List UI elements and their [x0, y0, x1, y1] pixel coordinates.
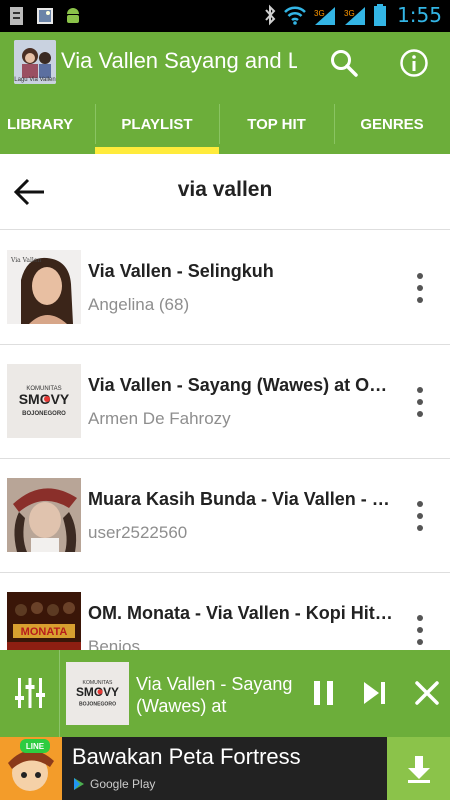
track-row[interactable]: KOMUNITAS SMOVY BOJONEGORO Via Vallen - … — [0, 345, 450, 459]
track-thumbnail: KOMUNITAS SMOVY BOJONEGORO — [7, 364, 81, 438]
signal-icon-2: 3G — [344, 7, 366, 25]
notification-icons — [8, 6, 82, 26]
pause-button[interactable] — [306, 675, 342, 711]
track-list[interactable]: Via Vallen Via Vallen - Selingkuh Angeli… — [0, 231, 450, 650]
tab-genres[interactable]: GENRES — [334, 94, 450, 154]
portrait-image — [7, 478, 81, 552]
track-title: Via Vallen - Sayang (Wawes) at Om Smovy — [88, 375, 394, 395]
track-row[interactable]: MONATA OM. Monata - Via Vallen - Kopi Hi… — [0, 573, 450, 650]
tab-top-hit[interactable]: TOP HIT — [219, 94, 334, 154]
tab-divider — [95, 104, 96, 144]
monata-image: MONATA — [7, 592, 81, 650]
file-icon — [10, 7, 23, 25]
thumb-signature: Via Vallen — [10, 257, 41, 264]
equalizer-button[interactable] — [10, 672, 50, 714]
svg-text:3G: 3G — [344, 9, 355, 18]
playlist-header: via vallen — [0, 154, 450, 230]
tab-playlist-label: PLAYLIST — [121, 115, 193, 133]
more-options-button[interactable] — [405, 494, 435, 538]
svg-text:BOJONEGORO: BOJONEGORO — [79, 701, 116, 707]
more-options-button[interactable] — [405, 608, 435, 650]
next-button[interactable] — [357, 675, 393, 711]
track-thumbnail: Via Vallen — [7, 250, 81, 324]
store-name: Google Play — [90, 777, 156, 791]
search-button[interactable] — [324, 43, 364, 83]
more-vert-icon — [417, 273, 423, 279]
app-title: Via Vallen Sayang and Lagu — [61, 48, 297, 73]
info-button[interactable] — [394, 43, 434, 83]
tab-library[interactable]: LIBRARY — [0, 94, 95, 154]
more-vert-icon — [417, 501, 423, 507]
google-play-icon — [74, 778, 84, 790]
track-row[interactable]: Muara Kasih Bunda - Via Vallen - Live us… — [0, 459, 450, 573]
ad-title: Bawakan Peta Fortress — [72, 744, 301, 769]
smovy-logo-image: KOMUNITAS SMOVY BOJONEGORO — [66, 662, 129, 725]
track-thumbnail — [7, 478, 81, 552]
app-logo[interactable]: Lagu Via Vallen — [14, 40, 56, 84]
tab-library-label: LIBRARY — [7, 115, 74, 133]
game-character-image: LINE — [0, 737, 62, 800]
battery-icon — [374, 4, 387, 26]
google-play-badge: Google Play — [72, 777, 155, 791]
track-artist: Angelina (68) — [88, 295, 190, 314]
image-icon — [37, 8, 53, 24]
track-thumbnail: MONATA — [7, 592, 81, 650]
track-title: OM. Monata - Via Vallen - Kopi Hitam — [88, 603, 394, 623]
system-icons: 3G 3G 1:55 — [263, 3, 442, 27]
page-title: via vallen — [177, 178, 273, 201]
now-playing-title[interactable]: Via Vallen - Sayang (Wawes) at — [136, 673, 306, 717]
equalizer-icon — [15, 678, 45, 708]
track-artist: Armen De Fahrozy — [88, 409, 231, 428]
download-icon — [407, 755, 430, 783]
tab-genres-label: GENRES — [360, 115, 424, 133]
close-player-button[interactable] — [409, 675, 445, 711]
tab-bar: LIBRARY PLAYLIST TOP HIT GENRES — [0, 94, 450, 154]
more-vert-icon — [417, 615, 423, 621]
close-icon — [415, 681, 439, 705]
track-artist: user2522560 — [88, 523, 188, 542]
more-options-button[interactable] — [405, 380, 435, 424]
player-divider — [59, 650, 60, 737]
tab-divider — [219, 104, 220, 144]
status-bar: 3G 3G 1:55 — [0, 0, 450, 32]
app-logo-caption: Lagu Via Vallen — [14, 77, 56, 83]
tab-divider — [334, 104, 335, 144]
app-bar: Lagu Via Vallen Via Vallen Sayang and La… — [0, 32, 450, 94]
search-icon — [331, 50, 358, 77]
ad-app-icon[interactable]: LINE — [0, 737, 62, 800]
now-playing-thumbnail[interactable]: KOMUNITAS SMOVY BOJONEGORO — [66, 662, 129, 725]
skip-next-icon — [364, 682, 385, 704]
android-icon — [67, 8, 79, 23]
tab-playlist[interactable]: PLAYLIST — [95, 94, 219, 154]
download-button[interactable] — [387, 737, 450, 800]
more-options-button[interactable] — [405, 266, 435, 310]
portrait-image: Via Vallen — [7, 250, 81, 324]
track-title: Via Vallen - Selingkuh — [88, 261, 274, 281]
wifi-icon — [284, 6, 306, 25]
signal-icon-1: 3G — [314, 7, 336, 25]
track-title: Muara Kasih Bunda - Via Vallen - Live — [88, 489, 394, 509]
more-vert-icon — [417, 387, 423, 393]
info-icon — [400, 49, 428, 77]
line-badge-text: LINE — [26, 742, 45, 751]
active-tab-indicator — [95, 147, 219, 154]
track-artist: Benios — [88, 637, 140, 650]
bluetooth-icon — [265, 4, 276, 26]
clock-time: 1:55 — [397, 3, 442, 27]
pause-icon — [314, 681, 333, 705]
app-root: 3G 3G 1:55 Lagu Via Vallen Via Vallen Sa… — [0, 0, 450, 800]
smovy-logo-image: KOMUNITAS SMOVY BOJONEGORO — [7, 364, 81, 438]
smovy-bottom-text: BOJONEGORO — [22, 411, 66, 417]
monata-logo-text: MONATA — [21, 626, 68, 638]
svg-text:3G: 3G — [314, 9, 325, 18]
ad-banner[interactable]: LINE Bawakan Peta Fortress Google Play — [0, 737, 450, 800]
track-row[interactable]: Via Vallen Via Vallen - Selingkuh Angeli… — [0, 231, 450, 345]
mini-player: KOMUNITAS SMOVY BOJONEGORO Via Vallen - … — [0, 650, 450, 737]
tab-top-hit-label: TOP HIT — [247, 115, 306, 133]
